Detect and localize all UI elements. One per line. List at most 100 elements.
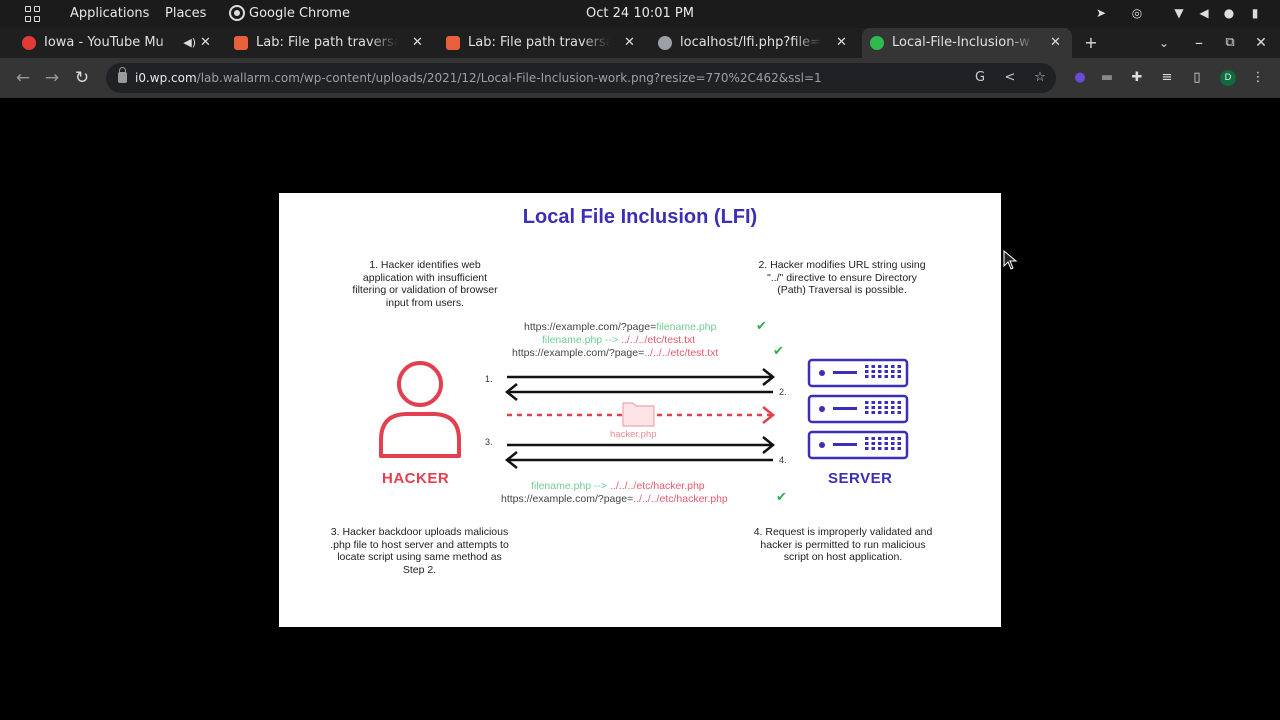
close-window-icon[interactable]: ✕ bbox=[1251, 28, 1271, 58]
server-vent-dot bbox=[878, 447, 882, 450]
share-icon[interactable]: < bbox=[1002, 70, 1018, 86]
step-1-note: 1. Hacker identifies web application wit… bbox=[352, 259, 498, 309]
server-vent-dot bbox=[897, 442, 901, 445]
url-param: ../../../etc/test.txt bbox=[644, 347, 719, 359]
microphone-icon[interactable]: ● bbox=[1221, 5, 1237, 21]
server-vent-dot bbox=[865, 406, 869, 409]
server-vent-dot bbox=[871, 411, 875, 414]
tab-title: localhost/lfi.php?file= bbox=[680, 35, 822, 50]
volume-icon[interactable]: ◀ bbox=[1196, 5, 1212, 21]
server-vent-dot bbox=[891, 447, 895, 450]
url-line-1: https://example.com/?page=filename.php bbox=[524, 321, 716, 333]
server-vent-dot bbox=[865, 437, 869, 440]
reading-list-icon[interactable]: ≡ bbox=[1159, 70, 1175, 86]
close-icon[interactable]: ✕ bbox=[836, 28, 850, 58]
vpn-icon[interactable]: ◎ bbox=[1129, 5, 1145, 21]
extensions-puzzle-icon[interactable]: ✚ bbox=[1129, 70, 1145, 86]
active-app-menu[interactable]: Google Chrome bbox=[249, 6, 350, 21]
server-vent-dot bbox=[884, 442, 888, 445]
server-vent-dot bbox=[891, 411, 895, 414]
restore-icon[interactable]: ⧉ bbox=[1220, 28, 1240, 58]
url-param: ../../../etc/hacker.php bbox=[633, 493, 728, 505]
telegram-icon[interactable]: ➤ bbox=[1093, 5, 1109, 21]
server-rack-icon bbox=[807, 358, 909, 460]
places-menu[interactable]: Places bbox=[165, 6, 206, 21]
forward-icon[interactable]: → bbox=[41, 67, 63, 89]
battery-icon[interactable]: ▮ bbox=[1247, 5, 1263, 21]
server-vent-dot bbox=[884, 401, 888, 404]
url-param: filename.php bbox=[656, 321, 717, 333]
close-icon[interactable]: ✕ bbox=[624, 28, 638, 58]
server-vent-dot bbox=[884, 370, 888, 373]
tab-strip: Iowa - YouTube Mu ◀) ✕ Lab: File path tr… bbox=[0, 28, 1280, 58]
applications-menu[interactable]: Applications bbox=[70, 6, 149, 21]
server-vent-dot bbox=[865, 442, 869, 445]
server-vent-dot bbox=[891, 406, 895, 409]
close-icon[interactable]: ✕ bbox=[412, 28, 426, 58]
portswigger-icon bbox=[234, 36, 248, 50]
server-vent-dot bbox=[897, 447, 901, 450]
url-host: i0.wp.com bbox=[135, 71, 197, 85]
server-vent-dot bbox=[884, 375, 888, 378]
google-lens-icon[interactable]: G bbox=[972, 70, 988, 86]
arrow-number: 2. bbox=[779, 387, 787, 397]
tab-local-file-inclusion[interactable]: Local-File-Inclusion-w ✕ bbox=[862, 28, 1072, 58]
reload-icon[interactable]: ↻ bbox=[71, 67, 93, 89]
app-grid-icon[interactable] bbox=[25, 6, 41, 22]
minimize-icon[interactable]: – bbox=[1189, 28, 1209, 58]
lfi-diagram-image[interactable]: Local File Inclusion (LFI) 1. Hacker ide… bbox=[279, 193, 1001, 627]
server-vent-dot bbox=[865, 401, 869, 404]
url-text[interactable]: i0.wp.com/lab.wallarm.com/wp-content/upl… bbox=[135, 63, 822, 93]
new-tab-button[interactable]: + bbox=[1081, 28, 1101, 58]
wifi-icon[interactable]: ▼ bbox=[1171, 5, 1187, 21]
tab-title: Lab: File path traversal bbox=[256, 35, 398, 50]
server-vent-dot bbox=[891, 375, 895, 378]
close-icon[interactable]: ✕ bbox=[1050, 28, 1064, 58]
tab-lab-file-path-traversal-2[interactable]: Lab: File path traversal ✕ bbox=[438, 28, 646, 58]
mapping-line-1: filename.php --> ../../../etc/test.txt bbox=[542, 334, 695, 346]
close-icon[interactable]: ✕ bbox=[200, 28, 214, 58]
server-vent-dot bbox=[871, 401, 875, 404]
server-vent-dot bbox=[897, 437, 901, 440]
bookmark-star-icon[interactable]: ☆ bbox=[1032, 70, 1048, 86]
server-vent-dot bbox=[891, 365, 895, 368]
menu-kebab-icon[interactable]: ⋮ bbox=[1250, 70, 1266, 86]
lock-icon[interactable] bbox=[118, 67, 127, 83]
step-2-note: 2. Hacker modifies URL string using "../… bbox=[758, 259, 926, 296]
malicious-file-label: hacker.php bbox=[610, 429, 657, 440]
server-vent-dot bbox=[871, 375, 875, 378]
profile-avatar[interactable]: D bbox=[1220, 70, 1236, 86]
tab-youtube-music[interactable]: Iowa - YouTube Mu ◀) ✕ bbox=[14, 28, 222, 58]
extension-icon[interactable]: ▬ bbox=[1099, 70, 1115, 86]
address-bar[interactable]: i0.wp.com/lab.wallarm.com/wp-content/upl… bbox=[106, 63, 1056, 93]
audio-playing-icon[interactable]: ◀) bbox=[183, 28, 196, 58]
server-vent-dot bbox=[897, 370, 901, 373]
server-vent-dot bbox=[871, 442, 875, 445]
server-vent-dot bbox=[884, 447, 888, 450]
diagram-title: Local File Inclusion (LFI) bbox=[522, 206, 758, 228]
tab-title: Iowa - YouTube Mu bbox=[44, 35, 164, 50]
tab-lab-file-path-traversal-1[interactable]: Lab: File path traversal ✕ bbox=[226, 28, 434, 58]
image-favicon-icon bbox=[870, 36, 884, 50]
server-vent-dot bbox=[878, 442, 882, 445]
server-vent-dot bbox=[878, 411, 882, 414]
tab-localhost-lfi[interactable]: localhost/lfi.php?file= ✕ bbox=[650, 28, 858, 58]
tab-search-icon[interactable]: ⌄ bbox=[1154, 28, 1174, 58]
back-icon[interactable]: ← bbox=[12, 67, 34, 89]
system-top-bar: Applications Places Google Chrome Oct 24… bbox=[0, 0, 1280, 28]
side-panel-icon[interactable]: ▯ bbox=[1189, 70, 1205, 86]
server-vent-dot bbox=[865, 365, 869, 368]
server-vent-dot bbox=[878, 401, 882, 404]
hacker-person-icon bbox=[379, 361, 461, 458]
server-vent-dot bbox=[871, 365, 875, 368]
server-vent-dot bbox=[884, 437, 888, 440]
portswigger-icon bbox=[446, 36, 460, 50]
url-base: https://example.com/?page= bbox=[524, 321, 657, 333]
server-vent-dot bbox=[884, 406, 888, 409]
server-label: SERVER bbox=[828, 470, 893, 487]
server-vent-dot bbox=[871, 406, 875, 409]
server-vent-dot bbox=[865, 447, 869, 450]
mapping-line-2: filename.php --> ../../../etc/hacker.php bbox=[531, 480, 705, 492]
extension-icon[interactable]: ● bbox=[1072, 70, 1088, 86]
server-vent-dot bbox=[878, 375, 882, 378]
